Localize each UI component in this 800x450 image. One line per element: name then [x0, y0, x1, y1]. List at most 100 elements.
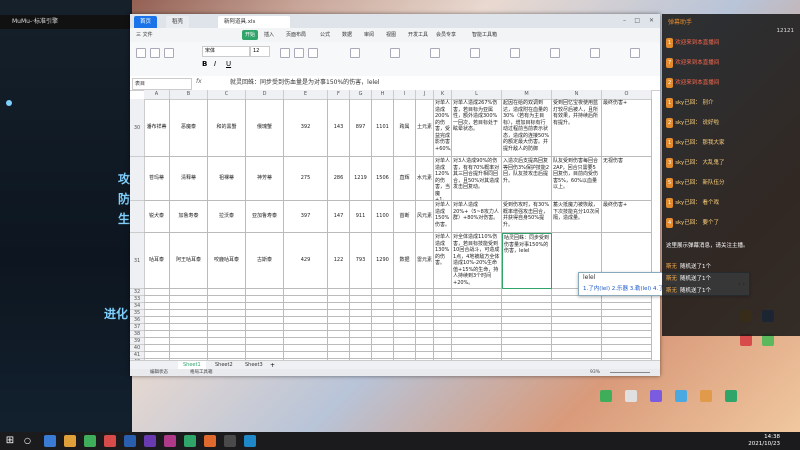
table-cell[interactable]: [434, 324, 452, 331]
table-cell[interactable]: 和的黑蟹: [208, 99, 246, 157]
table-cell[interactable]: 286: [328, 157, 350, 201]
table-cell[interactable]: [602, 338, 652, 345]
table-cell[interactable]: [394, 338, 416, 345]
explorer-icon[interactable]: [64, 435, 76, 447]
table-cell[interactable]: [434, 345, 452, 352]
row-header[interactable]: 37: [130, 324, 145, 331]
table-cell[interactable]: [394, 352, 416, 359]
table-cell[interactable]: [328, 303, 350, 310]
table-cell[interactable]: [602, 345, 652, 352]
table-cell[interactable]: [350, 338, 372, 345]
table-cell[interactable]: [328, 296, 350, 303]
table-cell[interactable]: [284, 352, 328, 359]
table-cell[interactable]: [372, 345, 394, 352]
table-cell[interactable]: 咕耳泰: [144, 233, 170, 289]
table-cell[interactable]: 苍玛蒂: [144, 157, 170, 201]
table-cell[interactable]: 咬鹿咕耳泰: [208, 233, 246, 289]
table-cell[interactable]: [372, 317, 394, 324]
menu-toolbox[interactable]: 智能工具箱: [472, 30, 497, 40]
table-cell[interactable]: 对单人造成20%+（5~8攻力人群）+80%对伤害。: [452, 201, 502, 233]
table-cell[interactable]: 1101: [372, 99, 394, 157]
table-cell[interactable]: [246, 345, 284, 352]
table-cell[interactable]: [434, 289, 452, 296]
table-cell[interactable]: [394, 296, 416, 303]
table-cell[interactable]: [602, 317, 652, 324]
table-cell[interactable]: [350, 303, 372, 310]
table-cell[interactable]: [434, 317, 452, 324]
table-cell[interactable]: [246, 317, 284, 324]
table-cell[interactable]: [144, 296, 170, 303]
table-cell[interactable]: 对单人造成130%的伤害。: [434, 233, 452, 289]
table-cell[interactable]: 911: [350, 201, 372, 233]
row-header[interactable]: 40: [130, 345, 145, 352]
table-cell[interactable]: [350, 345, 372, 352]
row-header[interactable]: 38: [130, 331, 145, 338]
align-center-icon[interactable]: [294, 48, 304, 58]
table-cell[interactable]: [372, 289, 394, 296]
italic-icon[interactable]: I: [214, 60, 216, 68]
table-cell[interactable]: [502, 352, 552, 359]
table-cell[interactable]: [552, 338, 602, 345]
table-cell[interactable]: [208, 338, 246, 345]
table-cell[interactable]: 对单人造成200%的伤害，受益完成影伤害+60%。: [434, 99, 452, 157]
filter-icon[interactable]: [550, 48, 560, 58]
table-cell[interactable]: [246, 289, 284, 296]
table-cell[interactable]: [328, 331, 350, 338]
menu-file[interactable]: 三 文件: [136, 30, 153, 40]
table-cell[interactable]: [170, 303, 208, 310]
table-cell[interactable]: 拉沃泰: [208, 201, 246, 233]
table-cell[interactable]: [208, 310, 246, 317]
table-cell[interactable]: [452, 296, 502, 303]
table-cell[interactable]: [284, 310, 328, 317]
sort-icon[interactable]: [590, 48, 600, 58]
table-cell[interactable]: [434, 310, 452, 317]
table-cell[interactable]: 对单人造成150%伤害。: [434, 201, 452, 233]
table-cell[interactable]: 入造次后支提高回复等回伤3%保护技能2回，队友技攻击后提升。: [502, 157, 552, 201]
table-cell[interactable]: 1290: [372, 233, 394, 289]
desktop-icon[interactable]: [650, 390, 662, 402]
table-cell[interactable]: [372, 324, 394, 331]
table-cell[interactable]: 首断: [394, 201, 416, 233]
table-cell[interactable]: 阿王咕耳泰: [170, 233, 208, 289]
table-cell[interactable]: [502, 331, 552, 338]
menu-dev[interactable]: 开发工具: [408, 30, 428, 40]
align-right-icon[interactable]: [308, 48, 318, 58]
table-cell[interactable]: [284, 303, 328, 310]
table-cell[interactable]: [328, 338, 350, 345]
table-style-icon[interactable]: [470, 48, 480, 58]
table-cell[interactable]: [170, 310, 208, 317]
table-cell[interactable]: [416, 296, 434, 303]
table-cell[interactable]: [416, 303, 434, 310]
row-header[interactable]: [130, 157, 145, 201]
table-cell[interactable]: [416, 345, 434, 352]
table-cell[interactable]: [246, 352, 284, 359]
table-cell[interactable]: [394, 331, 416, 338]
table-cell[interactable]: [170, 331, 208, 338]
table-cell[interactable]: [372, 338, 394, 345]
table-cell[interactable]: [170, 324, 208, 331]
table-cell[interactable]: [394, 345, 416, 352]
table-cell[interactable]: [502, 296, 552, 303]
find-icon[interactable]: [630, 48, 640, 58]
search-icon[interactable]: ○: [24, 436, 31, 445]
table-cell[interactable]: [144, 317, 170, 324]
table-cell[interactable]: [208, 324, 246, 331]
table-cell[interactable]: [502, 303, 552, 310]
table-cell[interactable]: 数据: [394, 233, 416, 289]
table-cell[interactable]: [246, 296, 284, 303]
table-cell[interactable]: [372, 296, 394, 303]
table-cell[interactable]: 392: [284, 99, 328, 157]
menu-start[interactable]: 开始: [242, 30, 259, 40]
table-cell[interactable]: 275: [284, 157, 328, 201]
table-cell[interactable]: [502, 317, 552, 324]
formula-input[interactable]: 就灵回蛛：同步受到伤血量是为对事150%的伤害，lelel: [230, 78, 380, 88]
table-cell[interactable]: [208, 296, 246, 303]
table-cell[interactable]: [372, 352, 394, 359]
row-header[interactable]: [130, 201, 145, 233]
table-cell[interactable]: 潘布祥蒂: [144, 99, 170, 157]
table-cell[interactable]: 锐犬泰: [144, 201, 170, 233]
table-cell[interactable]: [416, 310, 434, 317]
table-cell[interactable]: 加鲁寿泰: [170, 201, 208, 233]
merge-icon[interactable]: [350, 48, 360, 58]
table-cell[interactable]: [452, 345, 502, 352]
